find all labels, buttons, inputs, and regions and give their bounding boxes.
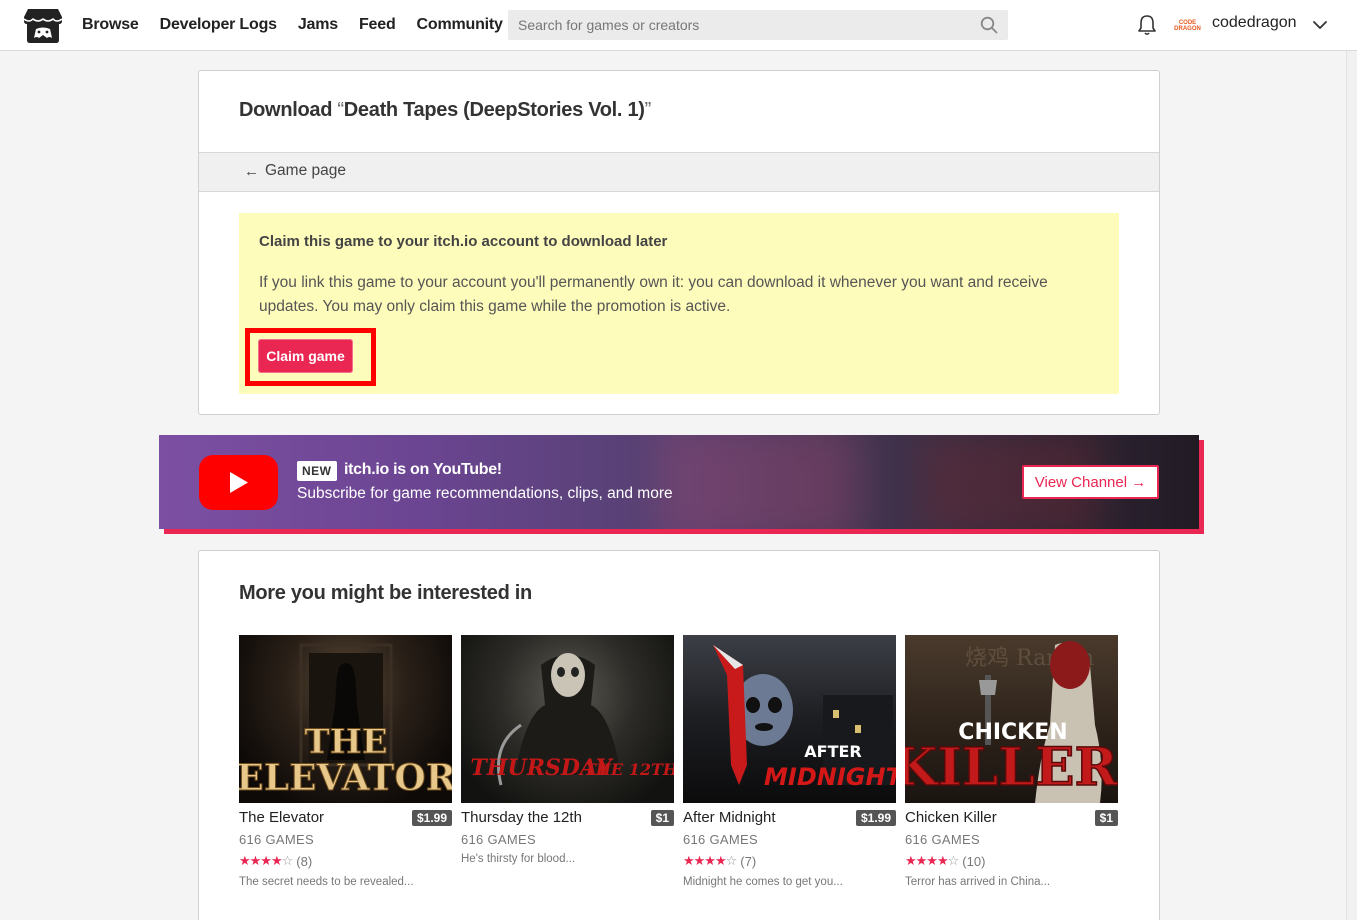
recommendations-title: More you might be interested in	[239, 582, 532, 604]
main-nav: Browse Developer Logs Jams Feed Communit…	[82, 0, 524, 50]
new-badge: NEW	[297, 461, 337, 481]
price-badge: $1.99	[411, 810, 452, 826]
after-midnight-art: AFTER MIDNIGHT	[713, 645, 896, 791]
game-name: Death Tapes (DeepStories Vol. 1)	[343, 99, 645, 121]
game-author[interactable]: 616 GAMES	[683, 832, 758, 847]
game-title[interactable]: After Midnight	[683, 809, 776, 826]
game-description: Midnight he comes to get you...	[683, 876, 843, 888]
price-badge: $1	[1094, 810, 1118, 826]
nav-developer-logs[interactable]: Developer Logs	[160, 16, 277, 34]
svg-text:THE 12TH: THE 12TH	[584, 760, 674, 779]
game-author[interactable]: 616 GAMES	[461, 832, 536, 847]
game-thumbnail[interactable]: THE ELEVATOR	[239, 635, 452, 803]
game-rating: ★★★★☆ (8)	[239, 853, 312, 869]
game-card[interactable]: AFTER MIDNIGHT After Midnight $1.99 616 …	[683, 635, 896, 888]
username[interactable]: codedragon	[1212, 14, 1297, 32]
banner-bg-decoration	[659, 435, 859, 529]
nav-feed[interactable]: Feed	[359, 16, 396, 34]
game-description: Terror has arrived in China...	[905, 876, 1051, 888]
thursday-art: THURSDAY THE 12TH	[470, 653, 674, 786]
youtube-logo-icon	[199, 455, 278, 510]
rating-count: (8)	[296, 853, 313, 869]
view-channel-button[interactable]: View Channel →	[1022, 465, 1159, 499]
nav-browse[interactable]: Browse	[82, 16, 139, 34]
recommendations-panel: More you might be interested in THE ELEV…	[198, 550, 1160, 920]
scrollbar[interactable]	[1346, 51, 1357, 920]
search-bar	[508, 10, 1008, 40]
svg-text:THE: THE	[304, 722, 387, 762]
youtube-headline: itch.io is on YouTube!	[344, 461, 502, 478]
claim-game-button[interactable]: Claim game	[258, 339, 353, 373]
game-thumbnail[interactable]: 烧鸡 Ramen CHICKEN KILLER	[905, 635, 1118, 803]
game-thumbnail[interactable]: AFTER MIDNIGHT	[683, 635, 896, 803]
title-prefix: Download	[239, 99, 338, 121]
search-icon[interactable]	[980, 16, 998, 34]
game-title[interactable]: Chicken Killer	[905, 809, 997, 826]
claim-title: Claim this game to your itch.io account …	[259, 233, 668, 250]
rating-count: (10)	[962, 853, 986, 869]
game-rating: ★★★★☆ (7)	[683, 853, 756, 869]
site-header: Browse Developer Logs Jams Feed Communit…	[0, 0, 1357, 51]
svg-text:AFTER: AFTER	[804, 742, 861, 761]
sub-navigation: ← Game page	[199, 152, 1159, 192]
nav-community[interactable]: Community	[417, 16, 503, 34]
close-quote: ”	[644, 99, 652, 121]
search-input[interactable]	[508, 10, 968, 40]
game-page-link[interactable]: ← Game page	[244, 162, 346, 180]
svg-text:KILLER: KILLER	[905, 737, 1118, 798]
game-page-label: Game page	[265, 162, 346, 179]
star-rating-icon: ★★★★☆	[905, 853, 959, 868]
chicken-killer-art: 烧鸡 Ramen CHICKEN KILLER	[905, 641, 1118, 803]
svg-text:ELEVATOR: ELEVATOR	[239, 757, 452, 799]
youtube-subtitle: Subscribe for game recommendations, clip…	[297, 485, 673, 502]
notification-bell-icon[interactable]	[1137, 14, 1157, 36]
game-card[interactable]: THE ELEVATOR The Elevator $1.99 616 GAME…	[239, 635, 452, 888]
game-title[interactable]: The Elevator	[239, 809, 324, 826]
elevator-art: THE ELEVATOR	[239, 643, 452, 800]
game-card[interactable]: 烧鸡 Ramen CHICKEN KILLER Chicken Killer $…	[905, 635, 1118, 888]
game-description: He's thirsty for blood...	[461, 853, 576, 865]
chevron-down-icon[interactable]	[1312, 17, 1328, 33]
arrow-left-icon: ←	[244, 162, 259, 180]
price-badge: $1.99	[855, 810, 896, 826]
star-rating-icon: ★★★★☆	[683, 853, 737, 868]
page-title: Download “Death Tapes (DeepStories Vol. …	[239, 99, 651, 122]
price-badge: $1	[650, 810, 674, 826]
youtube-banner[interactable]: NEW itch.io is on YouTube! Subscribe for…	[159, 435, 1199, 529]
avatar[interactable]: CODE DRAGON	[1174, 12, 1201, 39]
rating-count: (7)	[740, 853, 757, 869]
game-card[interactable]: THURSDAY THE 12TH Thursday the 12th $1 6…	[461, 635, 674, 865]
svg-text:MIDNIGHT: MIDNIGHT	[764, 763, 896, 791]
game-author[interactable]: 616 GAMES	[239, 832, 314, 847]
game-title[interactable]: Thursday the 12th	[461, 809, 582, 826]
itchio-logo-icon[interactable]	[23, 7, 63, 44]
game-description: The secret needs to be revealed...	[239, 876, 414, 888]
game-thumbnail[interactable]: THURSDAY THE 12TH	[461, 635, 674, 803]
download-panel: Download “Death Tapes (DeepStories Vol. …	[198, 70, 1160, 415]
claim-description: If you link this game to your account yo…	[259, 274, 1048, 315]
star-rating-icon: ★★★★☆	[239, 853, 293, 868]
game-author[interactable]: 616 GAMES	[905, 832, 980, 847]
game-rating: ★★★★☆ (10)	[905, 853, 985, 869]
nav-jams[interactable]: Jams	[298, 16, 338, 34]
claim-box: Claim this game to your itch.io account …	[239, 213, 1119, 394]
